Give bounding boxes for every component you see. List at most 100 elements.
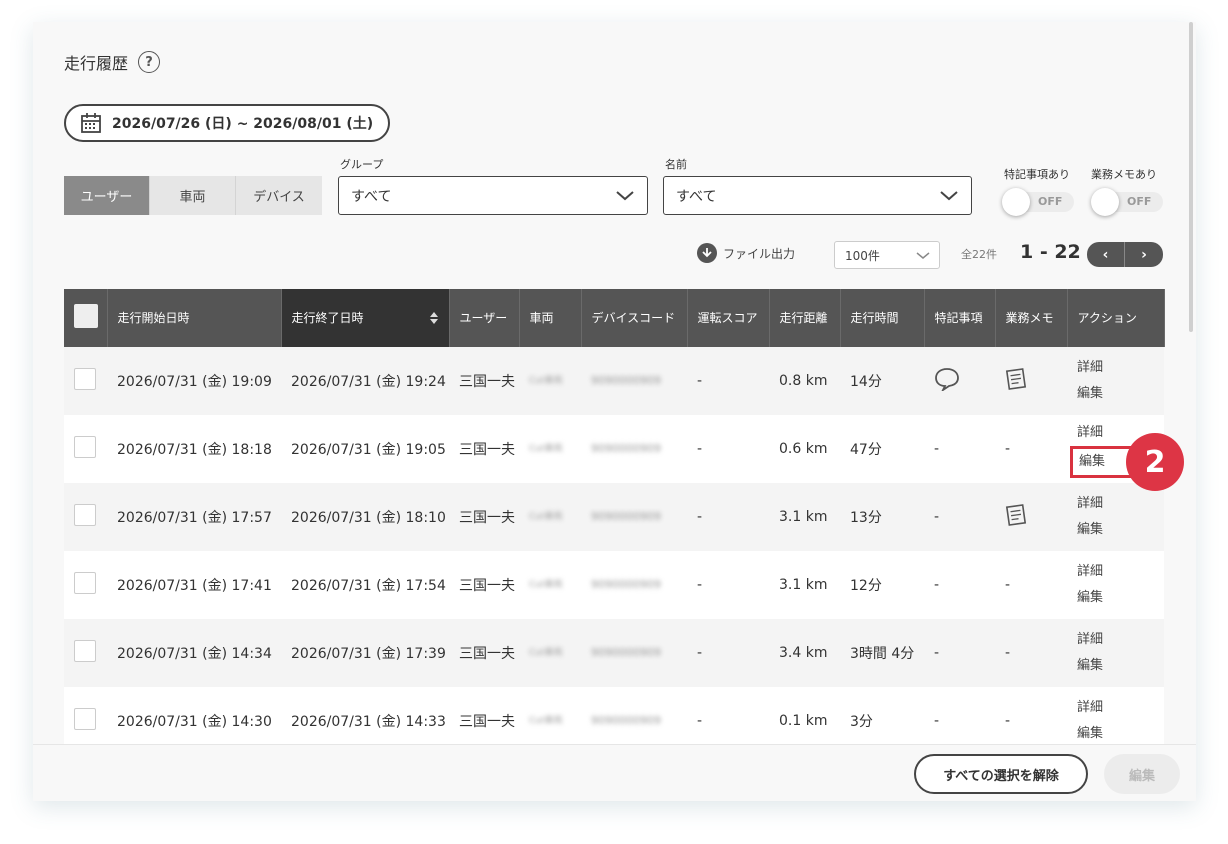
row-checkbox[interactable] [74,368,96,390]
col-start-time[interactable]: 走行開始日時 [107,289,282,347]
detail-link[interactable]: 詳細 [1077,627,1154,653]
col-driving-score: 運転スコア [687,289,770,347]
chevron-down-icon [940,191,958,201]
detail-link[interactable]: 詳細 [1077,695,1154,721]
table-row: 2026/07/31 (金) 14:34 2026/07/31 (金) 17:3… [64,619,1164,687]
vehicle-name: Cut車両 [529,444,563,454]
edit-link[interactable]: 編集 [1077,585,1154,611]
table-row: 2026/07/31 (金) 19:09 2026/07/31 (金) 19:2… [64,347,1164,415]
business-memo: - [995,415,1067,483]
driving-score: - [687,347,769,415]
business-memo: - [995,551,1067,619]
device-code: 9090000909 [591,578,661,591]
row-checkbox[interactable] [74,640,96,662]
duration: 3時間 4分 [840,619,924,687]
col-end-time[interactable]: 走行終了日時 [281,289,450,347]
drive-history-table: 走行開始日時 走行終了日時 ユーザー 車両 デバイスコード 運転スコア 走行距離… [64,289,1165,755]
col-distance: 走行距離 [769,289,841,347]
detail-link[interactable]: 詳細 [1077,559,1154,585]
group-select[interactable]: すべて [338,176,648,215]
start-time: 2026/07/31 (金) 17:57 [107,483,281,551]
edit-link[interactable]: 編集 [1077,381,1154,407]
date-range-picker[interactable]: 2026/07/26 (日) ~ 2026/08/01 (土) [64,104,390,142]
business-memo-toggle[interactable]: OFF [1091,188,1163,216]
end-time: 2026/07/31 (金) 18:10 [281,483,449,551]
duration: 12分 [840,551,924,619]
edit-link[interactable]: 編集 [1077,517,1154,543]
pager: ‹ › [1087,242,1163,267]
end-time: 2026/07/31 (金) 19:24 [281,347,449,415]
device-code: 9090000909 [591,510,661,523]
table-row: 2026/07/31 (金) 17:57 2026/07/31 (金) 18:1… [64,483,1164,551]
download-icon [697,243,717,263]
prev-page-button[interactable]: ‹ [1087,242,1125,267]
group-label: グループ [340,158,384,171]
page-title: 走行履歴 ? [64,50,161,74]
duration: 13分 [840,483,924,551]
footer-bar: すべての選択を解除 編集 [33,744,1196,801]
col-vehicle: 車両 [519,289,582,347]
detail-link[interactable]: 詳細 [1077,355,1154,381]
end-time: 2026/07/31 (金) 19:05 [281,415,449,483]
per-page-select[interactable]: 100件 [834,241,940,269]
special-note: - [924,551,995,619]
row-checkbox[interactable] [74,436,96,458]
memo-icon[interactable] [1005,503,1027,527]
date-range-label: 2026/07/26 (日) ~ 2026/08/01 (土) [112,116,374,132]
toggle-knob [1091,188,1119,216]
table-row: 2026/07/31 (金) 17:41 2026/07/31 (金) 17:5… [64,551,1164,619]
distance: 3.1 km [769,551,840,619]
col-device-code: デバイスコード [581,289,688,347]
comment-icon[interactable] [934,367,960,393]
driving-score: - [687,619,769,687]
device-code: 9090000909 [591,646,661,659]
duration: 47分 [840,415,924,483]
col-actions: アクション [1067,289,1165,347]
tab-device[interactable]: デバイス [236,176,322,215]
question-circle-icon[interactable]: ? [138,51,161,73]
row-checkbox[interactable] [74,572,96,594]
next-page-button[interactable]: › [1125,242,1163,267]
user-name: 三国一夫 [449,483,519,551]
start-time: 2026/07/31 (金) 18:18 [107,415,281,483]
tab-vehicle[interactable]: 車両 [150,176,236,215]
scrollbar-thumb[interactable] [1189,22,1193,332]
memo-icon[interactable] [1005,367,1027,391]
name-select[interactable]: すべて [663,176,972,215]
vehicle-name: Cut車両 [529,580,563,590]
tab-user[interactable]: ユーザー [64,176,150,215]
select-all-cell [64,289,108,347]
table-header: 走行開始日時 走行終了日時 ユーザー 車両 デバイスコード 運転スコア 走行距離… [64,289,1165,347]
name-label: 名前 [665,158,687,171]
special-note: - [924,619,995,687]
business-memo-toggle-label: 業務メモあり [1091,168,1157,181]
vehicle-name: Cut車両 [529,512,563,522]
export-file-button[interactable]: ファイル出力 [697,243,795,263]
driving-score: - [687,483,769,551]
chevron-down-icon [616,191,634,201]
table-row: 2026/07/31 (金) 18:18 2026/07/31 (金) 19:0… [64,415,1164,483]
device-code: 9090000909 [591,374,661,387]
edit-link[interactable]: 編集 [1077,653,1154,679]
row-checkbox[interactable] [74,504,96,526]
calendar-icon [81,113,101,133]
driving-score: - [687,551,769,619]
row-checkbox[interactable] [74,708,96,730]
user-name: 三国一夫 [449,619,519,687]
bulk-edit-button[interactable]: 編集 [1104,754,1180,794]
clear-selection-button[interactable]: すべての選択を解除 [914,754,1088,794]
special-note-toggle[interactable]: OFF [1002,188,1074,216]
special-note-toggle-label: 特記事項あり [1004,168,1070,181]
distance: 3.1 km [769,483,840,551]
start-time: 2026/07/31 (金) 19:09 [107,347,281,415]
device-code: 9090000909 [591,442,661,455]
toggle-knob [1002,188,1030,216]
detail-link[interactable]: 詳細 [1077,491,1154,517]
col-business-memo: 業務メモ [995,289,1068,347]
end-time: 2026/07/31 (金) 17:54 [281,551,449,619]
col-user: ユーザー [449,289,520,347]
special-note: - [924,415,995,483]
user-name: 三国一夫 [449,347,519,415]
driving-score: - [687,415,769,483]
select-all-checkbox[interactable] [74,303,98,328]
